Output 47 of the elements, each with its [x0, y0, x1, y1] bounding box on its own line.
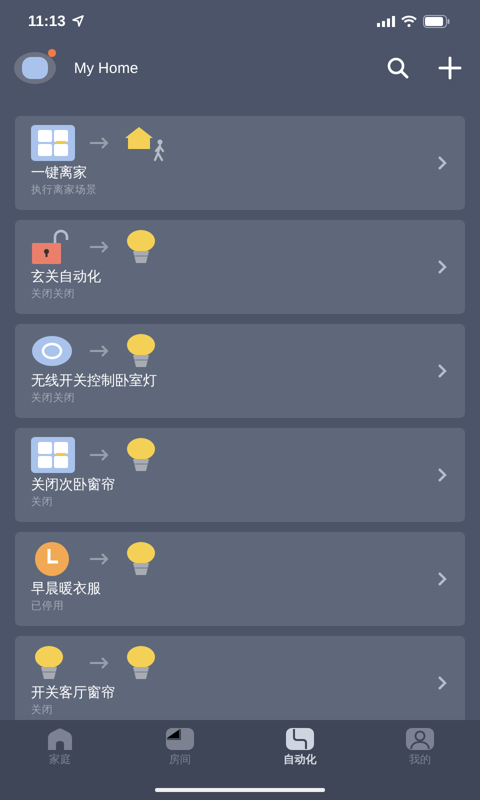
arrow-icon [89, 449, 109, 461]
automation-title: 一键离家 [31, 164, 88, 182]
automation-status: 关闭 [31, 703, 54, 717]
automation-title: 早晨暖衣服 [31, 580, 102, 598]
arrow-icon [89, 657, 109, 669]
automation-title: 开关客厅窗帘 [31, 684, 116, 702]
chevron-right-icon [437, 259, 447, 275]
arrow-icon [89, 553, 109, 565]
home-title[interactable]: My Home [74, 60, 138, 76]
arrow-icon [89, 241, 109, 253]
chevron-right-icon [437, 155, 447, 171]
automation-title: 无线开关控制卧室灯 [31, 372, 158, 390]
automation-title: 玄关自动化 [31, 268, 102, 286]
home-avatar[interactable] [14, 52, 56, 84]
automation-card[interactable]: 早晨暖衣服 已停用 [15, 532, 465, 626]
automation-status: 执行离家场景 [31, 183, 98, 197]
house-icon [46, 728, 74, 750]
add-icon[interactable] [438, 56, 462, 80]
automation-card[interactable]: 一键离家 执行离家场景 [15, 116, 465, 210]
curtain-icon [31, 125, 75, 161]
chevron-right-icon [437, 467, 447, 483]
location-arrow-icon [72, 15, 84, 27]
search-icon[interactable] [386, 56, 410, 80]
automation-icon [286, 728, 314, 750]
arrow-icon [89, 345, 109, 357]
tab-item[interactable]: 自动化 [240, 728, 360, 780]
automation-card[interactable]: 无线开关控制卧室灯 关闭关闭 [15, 324, 465, 418]
automation-card[interactable]: 玄关自动化 关闭关闭 [15, 220, 465, 314]
round-switch-icon [31, 333, 75, 369]
automation-status: 关闭关闭 [31, 391, 76, 405]
chevron-right-icon [437, 675, 447, 691]
automation-status: 关闭关闭 [31, 287, 76, 301]
chevron-right-icon [437, 571, 447, 587]
automation-card[interactable]: 关闭次卧窗帘 关闭 [15, 428, 465, 522]
signal-icon [377, 16, 395, 26]
wifi-icon [401, 15, 417, 27]
arrow-icon [89, 137, 109, 149]
automation-status: 已停用 [31, 599, 65, 613]
battery-icon [423, 14, 450, 28]
person-icon [406, 728, 434, 750]
automation-card[interactable]: 开关客厅窗帘 关闭 [15, 636, 465, 720]
status-time: 11:13 [28, 12, 66, 30]
curtain-icon [31, 437, 75, 473]
automation-title: 关闭次卧窗帘 [31, 476, 116, 494]
room-icon [166, 728, 194, 750]
chevron-right-icon [437, 363, 447, 379]
automation-status: 关闭 [31, 495, 54, 509]
